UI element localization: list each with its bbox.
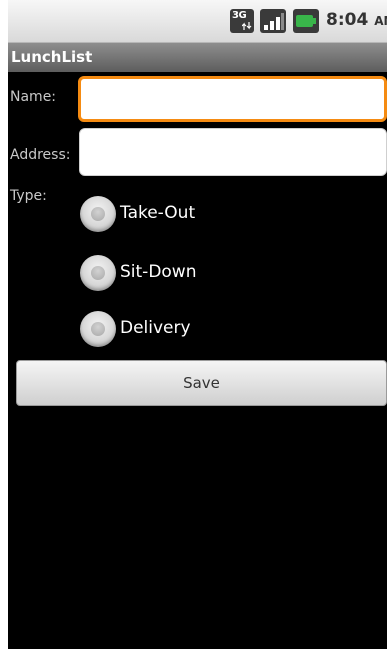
status-bar: 3G 8:04 AM (8, 0, 387, 43)
3g-data-icon: 3G (230, 9, 254, 33)
phone-screen: 3G 8:04 AM LunchList Name: Address: Type… (8, 0, 387, 649)
clock-ampm: AM (374, 14, 387, 28)
app-title-bar: LunchList (8, 43, 387, 72)
radio-label-delivery: Delivery (120, 318, 191, 338)
clock-time: 8:04 (326, 10, 369, 30)
address-field[interactable] (79, 128, 387, 176)
radio-option-delivery[interactable]: Delivery (80, 311, 280, 351)
radio-label-sit-down: Sit-Down (120, 262, 197, 282)
radio-option-sit-down[interactable]: Sit-Down (80, 255, 280, 295)
save-button[interactable]: Save (16, 360, 387, 406)
battery-charging-icon (293, 9, 319, 33)
signal-strength-icon (260, 9, 286, 33)
address-label: Address: (10, 147, 71, 163)
network-type-label: 3G (232, 10, 247, 21)
status-clock: 8:04 AM (326, 10, 387, 30)
app-title: LunchList (11, 48, 93, 66)
name-label: Name: (10, 89, 57, 105)
data-arrows-icon (242, 22, 252, 30)
radio-option-take-out[interactable]: Take-Out (80, 196, 280, 236)
name-field[interactable] (78, 76, 387, 122)
radio-button-icon[interactable] (80, 196, 116, 232)
type-label: Type: (10, 188, 47, 204)
radio-button-icon[interactable] (80, 255, 116, 291)
radio-label-take-out: Take-Out (120, 203, 196, 223)
radio-button-icon[interactable] (80, 311, 116, 347)
